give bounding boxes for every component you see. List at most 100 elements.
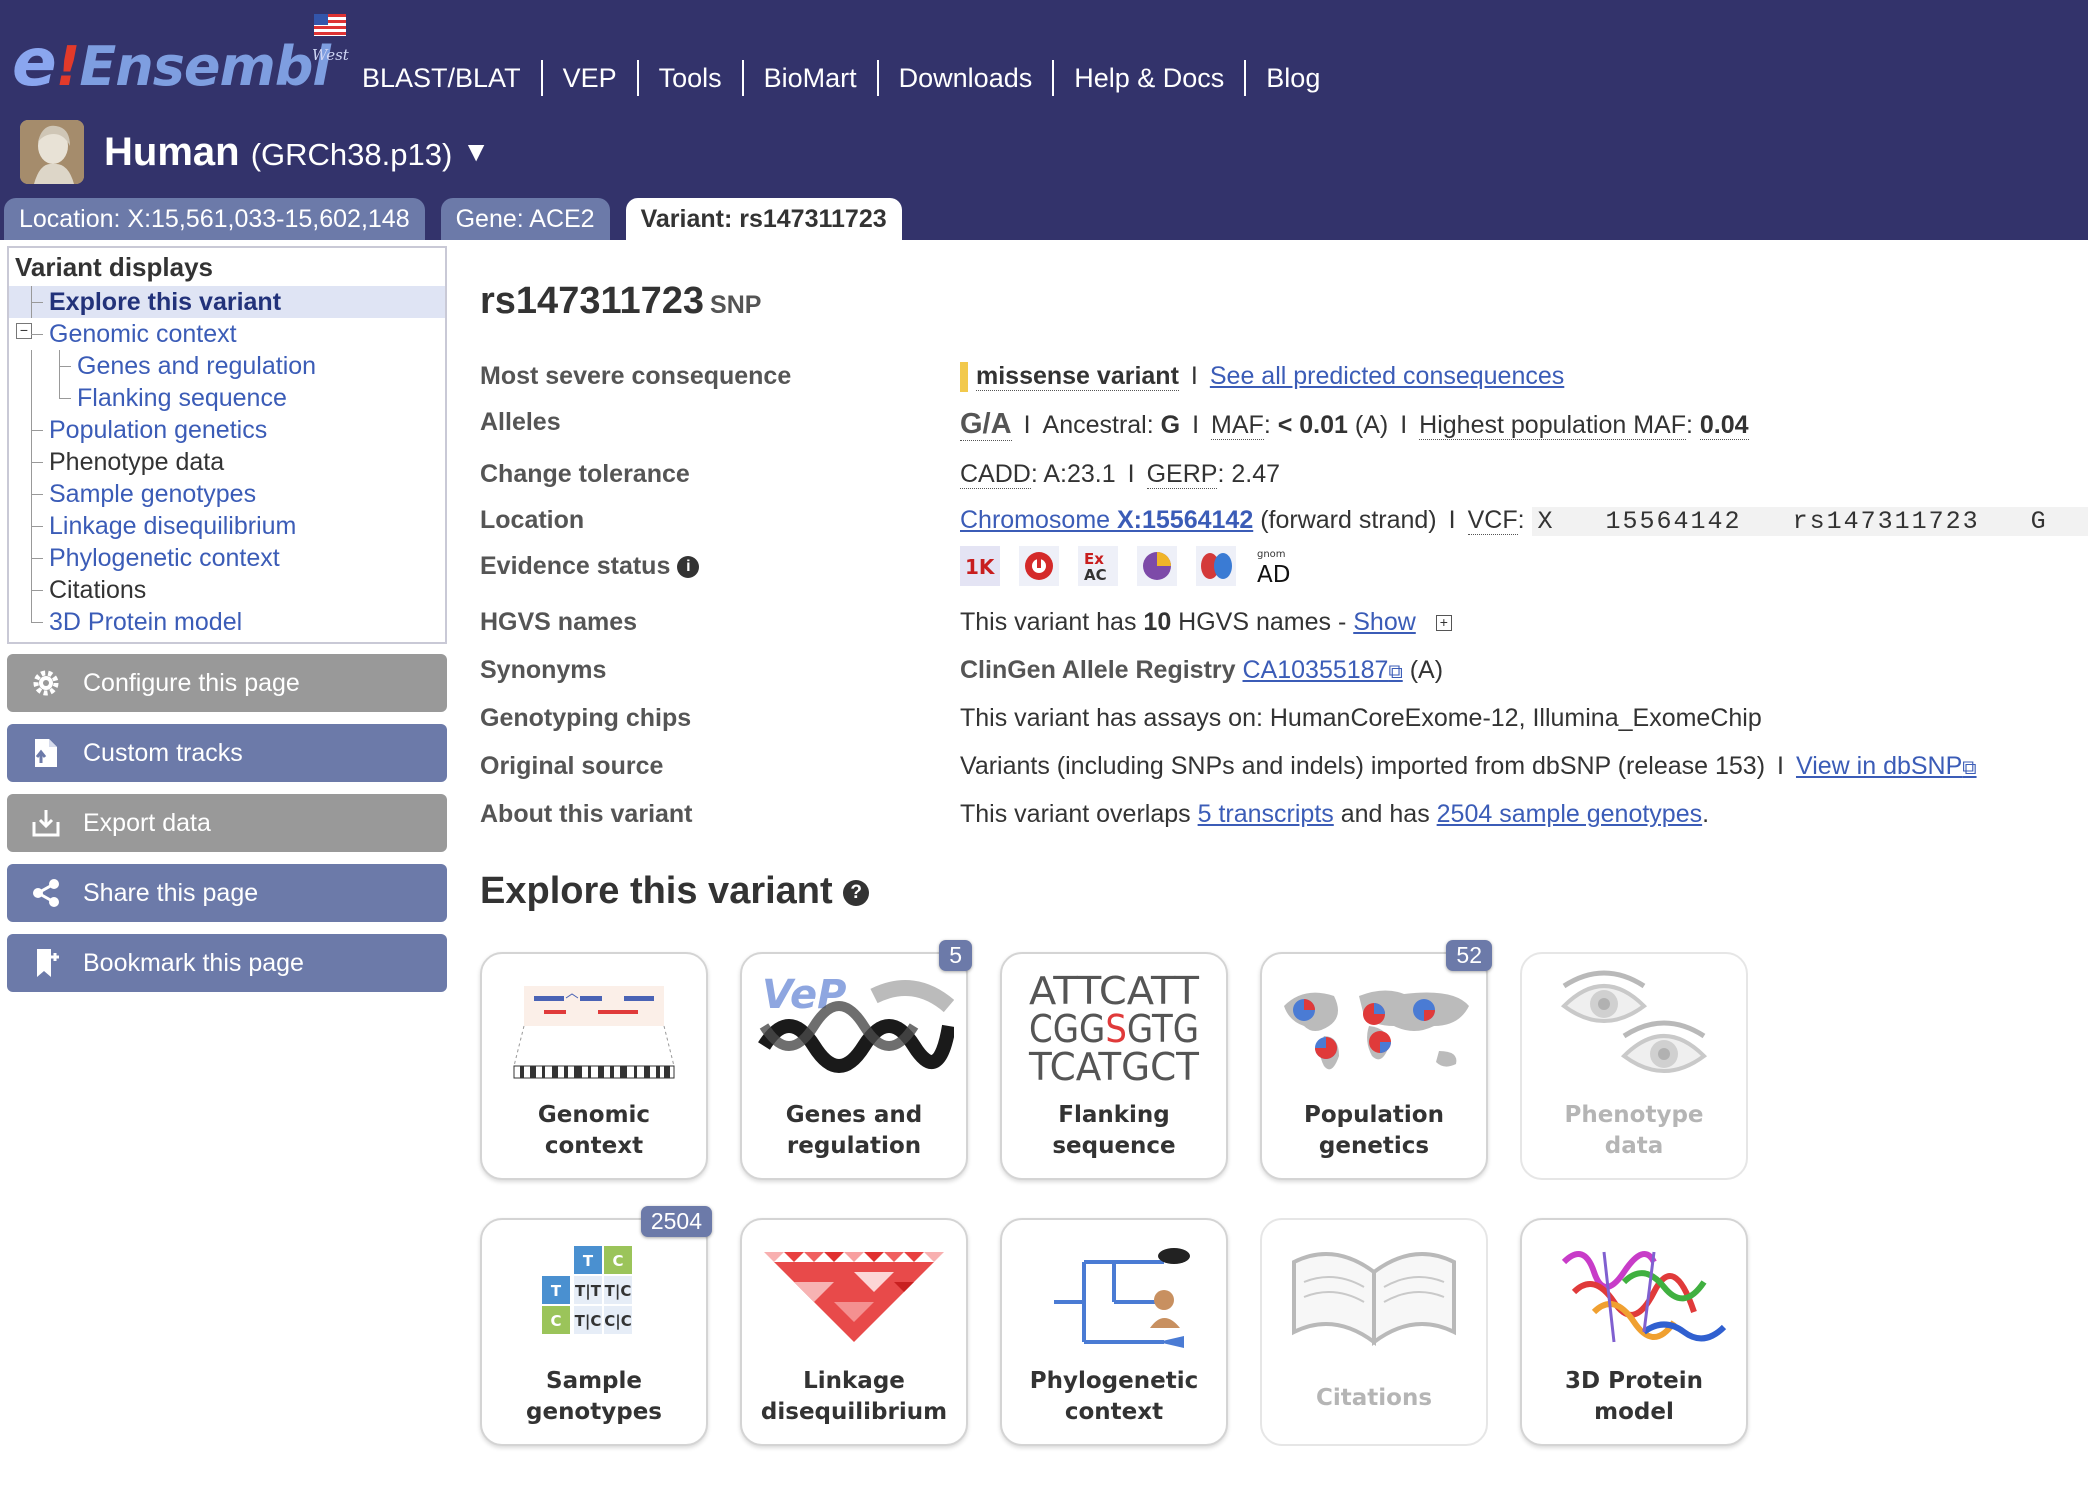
1000-genomes-icon[interactable]: 1K (960, 546, 1000, 586)
row-label: Most severe consequence (480, 362, 792, 390)
sidebar-item-genes-regulation[interactable]: Genes and regulation (9, 350, 445, 382)
species-dropdown-icon[interactable]: ▼ (462, 136, 490, 168)
button-label: Share this page (83, 878, 259, 907)
tile-label: Genomic context (537, 1102, 651, 1159)
sidebar-item-label: Explore this variant (49, 288, 282, 316)
eyes-icon (1560, 970, 1708, 1073)
nav-blast[interactable]: BLAST/BLAT (346, 60, 543, 96)
configure-page-button[interactable]: Configure this page (7, 654, 447, 712)
tab-gene[interactable]: Gene: ACE2 (440, 198, 610, 240)
maf-label[interactable]: MAF (1211, 411, 1264, 440)
row-value: CADD: A:23.1 I GERP: 2.47 (960, 460, 1281, 489)
tile-genomic-context[interactable]: Genomic context (480, 952, 708, 1180)
sidebar-item-label: Flanking sequence (77, 384, 287, 412)
nav-downloads[interactable]: Downloads (879, 60, 1055, 96)
tree-line (31, 462, 43, 463)
share-page-button[interactable]: Share this page (7, 864, 447, 922)
gerp-label[interactable]: GERP (1146, 460, 1218, 489)
bookmark-page-button[interactable]: Bookmark this page (7, 934, 447, 992)
dbsnp-link[interactable]: View in dbSNP⧉ (1796, 752, 1977, 780)
highest-maf-label[interactable]: Highest population MAF (1419, 411, 1686, 440)
tile-3d-protein-model[interactable]: 3D Protein model (1520, 1218, 1748, 1446)
collapse-icon[interactable]: − (16, 323, 32, 339)
sidebar-item-sample-genotypes[interactable]: Sample genotypes (9, 478, 445, 510)
all-consequences-link[interactable]: See all predicted consequences (1210, 362, 1564, 390)
row-label: Original source (480, 752, 664, 780)
info-icon[interactable]: i (677, 556, 700, 579)
phenotype-icon[interactable] (1195, 546, 1236, 586)
sidebar-item-flanking-sequence[interactable]: Flanking sequence (9, 382, 445, 414)
row-label: Synonyms (480, 656, 607, 684)
tile-citations: Citations (1260, 1218, 1488, 1446)
tile-label: Population genetics (1304, 1102, 1444, 1159)
help-icon[interactable]: ? (843, 879, 870, 906)
tab-bar: Location: X:15,561,033-15,602,148 Gene: … (4, 198, 918, 240)
species-selector[interactable]: Human (GRCh38.p13) ▼ (20, 120, 490, 184)
button-label: Export data (83, 808, 211, 837)
row-label: Genotyping chips (480, 704, 692, 732)
dna-sequence-icon: ATTCATT CGGSGTG TCATGCT (1028, 969, 1200, 1086)
tile-label: Citations (1315, 1385, 1433, 1411)
frequency-icon[interactable] (1136, 546, 1177, 586)
tile-sample-genotypes[interactable]: T C T T|T T|C C T|C C|C 2504 Sample genot… (480, 1206, 712, 1446)
sidebar-item-population-genetics[interactable]: Population genetics (9, 414, 445, 446)
chromosome-location-link[interactable]: Chromosome X:15564142 (960, 506, 1253, 534)
tile-linkage-disequilibrium[interactable]: Linkage disequilibrium (740, 1218, 968, 1446)
hgvs-count: 10 (1143, 608, 1172, 636)
sidebar-item-label: Sample genotypes (49, 480, 257, 508)
sidebar-item-linkage-disequilibrium[interactable]: Linkage disequilibrium (9, 510, 445, 542)
ancestral-allele: G (1160, 411, 1181, 439)
tile-label: Phenotype data (1564, 1102, 1704, 1159)
share-icon (29, 876, 63, 910)
svg-text:1K: 1K (965, 555, 996, 579)
row-label: Evidence status i (480, 552, 700, 581)
tile-phylogenetic-context[interactable]: Phylogenetic context (1000, 1218, 1228, 1446)
external-link-icon: ⧉ (1962, 757, 1977, 779)
nav-biomart[interactable]: BioMart (744, 60, 879, 96)
gnomad-icon[interactable]: gnom AD (1255, 546, 1295, 588)
tab-location[interactable]: Location: X:15,561,033-15,602,148 (4, 198, 425, 240)
button-label: Configure this page (83, 668, 300, 697)
sidebar-item-explore[interactable]: Explore this variant (9, 286, 445, 318)
world-map-pies-icon (1284, 990, 1469, 1070)
tree-line (31, 622, 43, 623)
nav-tools[interactable]: Tools (639, 60, 744, 96)
expand-icon[interactable]: + (1435, 615, 1452, 632)
svg-text:gnom: gnom (1257, 549, 1286, 560)
species-name: Human (GRCh38.p13) (104, 129, 453, 174)
cited-icon[interactable] (1018, 546, 1059, 586)
highest-maf-value: 0.04 (1699, 411, 1749, 440)
tab-variant[interactable]: Variant: rs147311723 (625, 198, 902, 240)
transcripts-link[interactable]: 5 transcripts (1198, 800, 1334, 828)
nav-blog[interactable]: Blog (1246, 60, 1340, 96)
explore-section-title: Explore this variant ? (480, 870, 870, 913)
custom-tracks-button[interactable]: Custom tracks (7, 724, 447, 782)
svg-text:T|C: T|C (575, 1312, 602, 1331)
ensembl-logo[interactable]: e!Ensembl West (12, 10, 352, 101)
clingen-link[interactable]: CA10355187⧉ (1243, 656, 1403, 684)
sidebar-item-phylogenetic-context[interactable]: Phylogenetic context (9, 542, 445, 574)
tile-population-genetics[interactable]: 52 Population genetics (1260, 940, 1492, 1180)
nav-help-docs[interactable]: Help & Docs (1054, 60, 1247, 96)
consequence-term[interactable]: missense variant (976, 362, 1179, 391)
nav-vep[interactable]: VEP (543, 60, 639, 96)
alleles-value[interactable]: G/A (960, 408, 1012, 441)
vcf-label[interactable]: VCF (1467, 506, 1518, 535)
sidebar-item-genomic-context[interactable]: − Genomic context (9, 318, 445, 350)
tile-genes-regulation[interactable]: VeP 5 Genes and regulation (740, 940, 972, 1180)
row-value: Variants (including SNPs and indels) imp… (960, 752, 1977, 780)
cadd-label[interactable]: CADD (960, 460, 1031, 489)
export-data-button[interactable]: Export data (7, 794, 447, 852)
protein-structure-icon (1561, 1251, 1727, 1343)
consequence-color-swatch (960, 362, 968, 393)
sample-genotypes-link[interactable]: 2504 sample genotypes (1437, 800, 1702, 828)
tile-flanking-sequence[interactable]: ATTCATT CGGSGTG TCATGCT Flanking sequence (1000, 952, 1228, 1180)
tree-line (31, 334, 43, 335)
exac-icon[interactable]: Ex AC (1077, 546, 1118, 586)
tile-label: 3D Protein model (1565, 1368, 1703, 1425)
sidebar-item-citations: Citations (9, 574, 445, 606)
tree-line (31, 382, 32, 414)
show-hgvs-link[interactable]: Show (1353, 608, 1416, 636)
sidebar-item-3d-protein-model[interactable]: 3D Protein model (9, 606, 445, 638)
external-link-icon: ⧉ (1388, 661, 1403, 683)
